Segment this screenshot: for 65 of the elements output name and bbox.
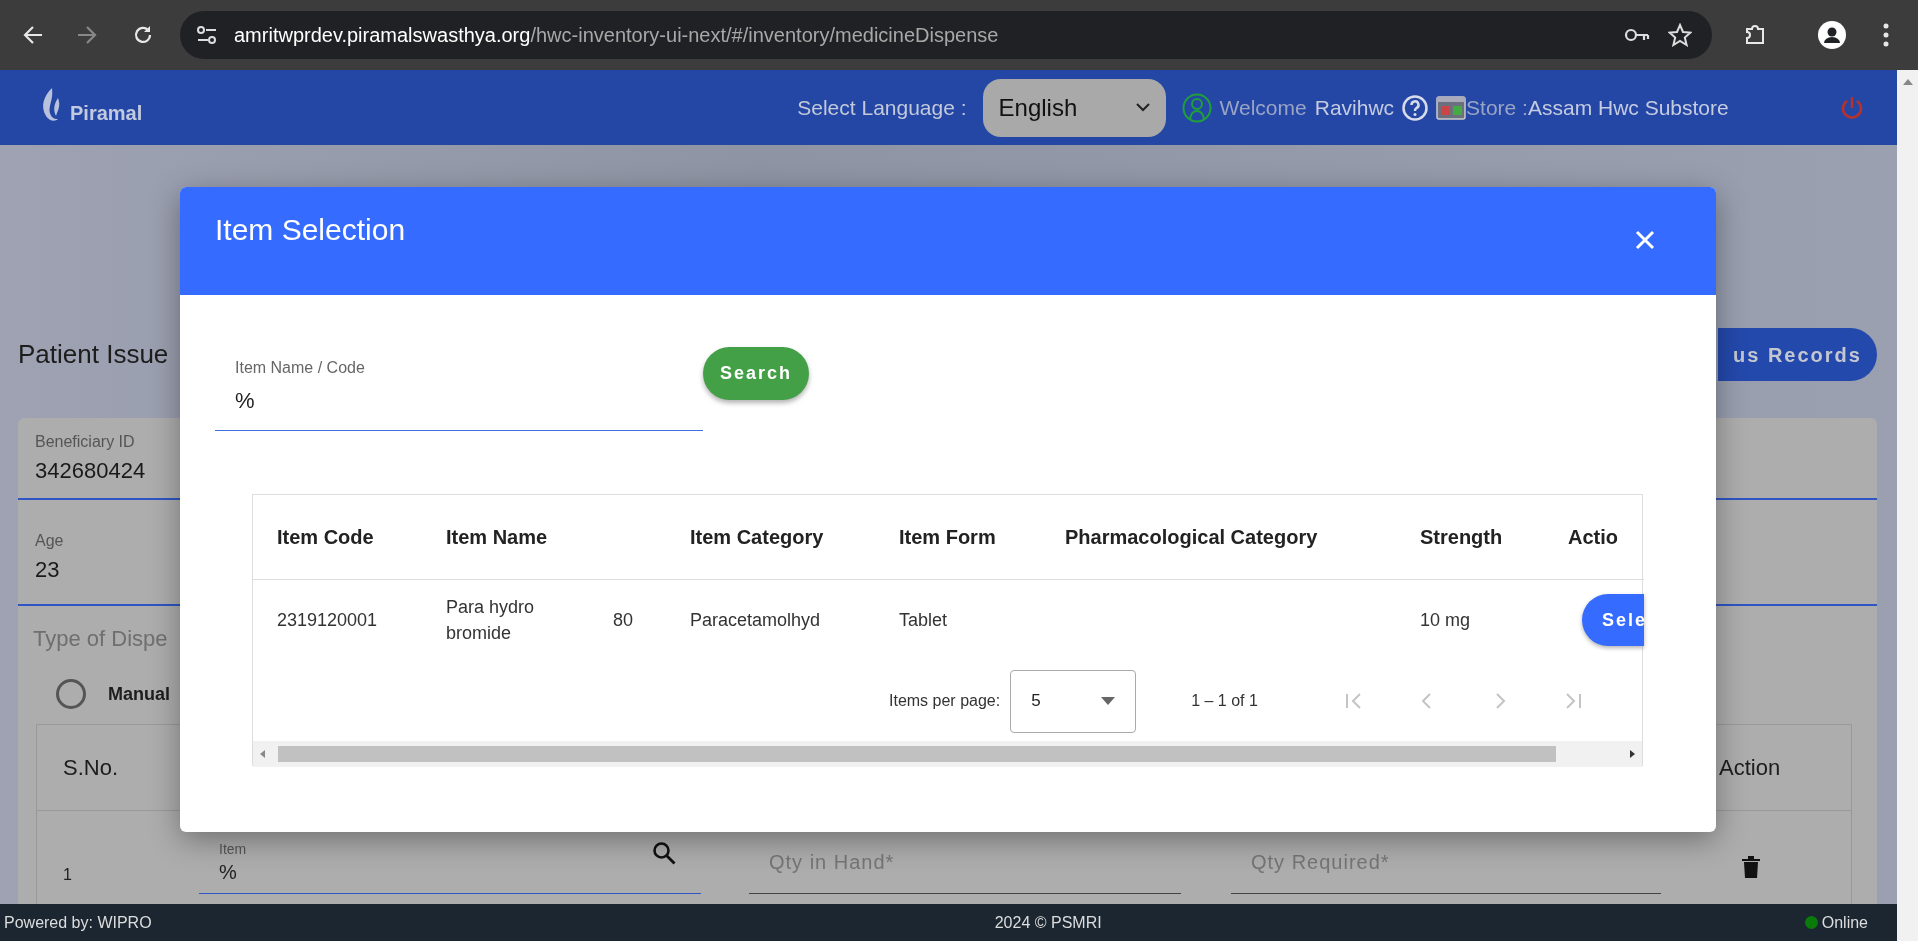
logo-text: Piramal [70,100,143,126]
column-header: Pharmacological Category [1065,525,1318,548]
row-number: 1 [62,865,73,885]
field-value: % [219,860,238,885]
field-label: Beneficiary ID [35,431,135,452]
vertical-scrollbar[interactable] [1897,70,1918,941]
language-label: Select Language : [797,94,967,121]
field-value: 23 [35,555,60,584]
menu-icon[interactable] [1882,22,1890,48]
forward-icon[interactable] [76,24,98,46]
radio-button[interactable] [56,679,86,709]
radio-label: Manual [108,682,170,706]
address-bar[interactable]: amritwprdev.piramalswasthya.org/hwc-inventory-ui-next/#/inventory/medicineDispense [180,11,1712,59]
field-label: Item [219,841,247,857]
star-icon[interactable] [1668,23,1692,47]
table-cell: Paracetamolhyd [690,609,821,630]
search-icon[interactable] [652,841,676,865]
dispense-type-label: Type of Dispe [33,624,168,653]
item-search-field[interactable]: % [215,385,703,417]
page-title: Patient Issue [18,338,169,371]
footer-copyright: 2024 © PSMRI [994,912,1102,933]
key-icon[interactable] [1624,27,1650,43]
caret-icon [1135,103,1150,112]
welcome-text: Welcome [1219,94,1307,121]
help-icon[interactable] [1402,94,1429,121]
field-label: Age [35,530,64,551]
column-header: Item Name [446,525,548,548]
records-button[interactable]: us Records [1718,328,1877,381]
scroll-up-icon[interactable] [1902,78,1913,86]
store-icon [1436,94,1467,121]
horizontal-scrollbar[interactable] [253,741,1642,767]
store-label: Store : [1466,94,1528,121]
user-name: Ravihwc [1314,94,1395,121]
footer-credit: Powered by: WIPRO [4,912,152,933]
trash-icon[interactable] [1742,856,1760,878]
caret-icon [1101,697,1116,705]
back-icon[interactable] [22,24,44,46]
url-text: amritwprdev.piramalswasthya.org/hwc-inventory-ui-next/#/inventory/medicineDispense [234,23,999,48]
table-cell: 2319120001 [277,609,378,630]
column-header: Item Code [277,525,374,548]
quantity-field[interactable]: Qty Required* [1231,811,1661,894]
field-value: 342680424 [35,456,146,485]
user-icon[interactable] [1181,92,1212,123]
status-label: Online [1821,912,1868,933]
items-per-page-label: Items per page: [889,691,1001,711]
column-header: Strength [1420,525,1503,548]
page-size-select[interactable]: 5 [1010,669,1137,733]
page-range: 1 – 1 of 1 [1191,691,1258,711]
field-label: Item Name / Code [234,358,366,378]
dialog-title: Item Selection [215,212,406,248]
store-name: Assam Hwc Substore [1527,94,1729,121]
column-header: S.No. [62,754,119,782]
table-cell: Tablet [899,609,948,630]
site-settings-icon[interactable] [196,25,218,45]
table-cell-text: Para hydro bromide [446,595,536,645]
column-header: Actio [1568,525,1618,548]
column-header: Action [1719,754,1782,782]
column-header: Item Category [690,525,824,548]
table-cell: 80 [613,609,634,630]
profile-icon[interactable] [1818,21,1846,49]
puzzle-icon[interactable] [1743,23,1767,47]
reload-icon[interactable] [132,24,154,46]
column-header: Item Form [899,525,996,548]
language-select[interactable]: English [982,78,1166,137]
table-cell: 10 mg [1420,609,1471,630]
